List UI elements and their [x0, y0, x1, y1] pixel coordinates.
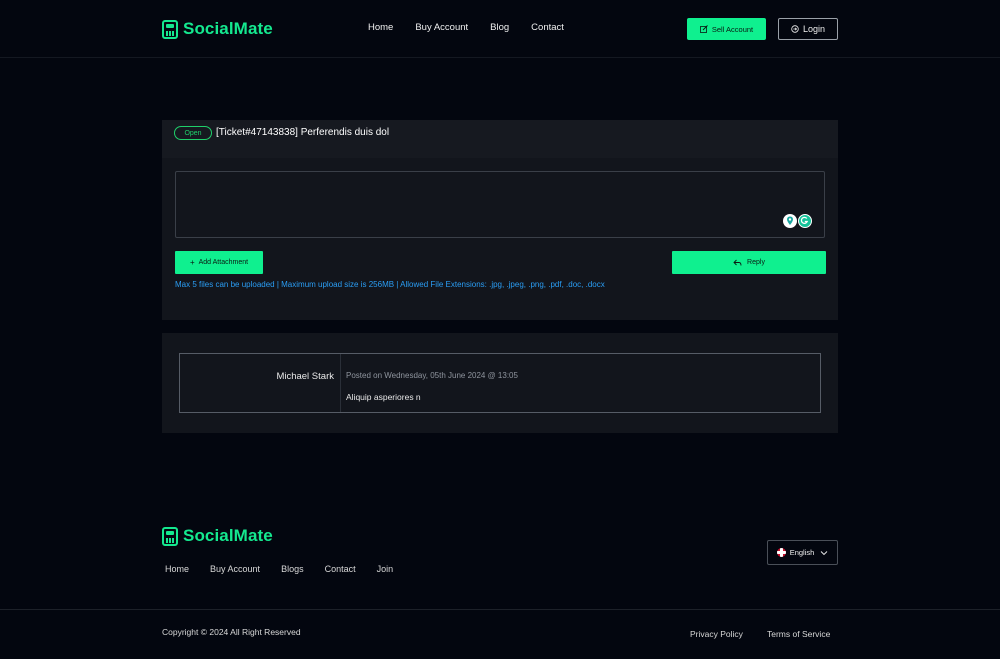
grammarly-icon[interactable]	[798, 214, 812, 228]
nav-home[interactable]: Home	[368, 22, 393, 33]
footer-nav-buy-account[interactable]: Buy Account	[210, 564, 260, 574]
sell-account-button[interactable]: Sell Account	[687, 18, 766, 40]
reply-label: Reply	[747, 259, 765, 266]
plus-icon: +	[189, 258, 195, 267]
nav-blog[interactable]: Blog	[490, 22, 509, 33]
uk-flag-icon	[776, 548, 786, 557]
add-attachment-label: Add Attachment	[198, 259, 249, 266]
ticket-title: [Ticket#47143838] Perferendis duis dol	[216, 127, 390, 138]
footer-nav-home[interactable]: Home	[165, 564, 189, 574]
nav-buy-account[interactable]: Buy Account	[415, 22, 468, 33]
footer-brand-name: SocialMate	[183, 526, 273, 545]
location-pin-icon[interactable]	[783, 214, 797, 228]
terms-of-service-link[interactable]: Terms of Service	[767, 629, 830, 639]
footer-nav: Home Buy Account Blogs Contact Join	[165, 564, 414, 574]
main-nav: Home Buy Account Blog Contact	[368, 22, 586, 33]
footer-nav-contact[interactable]: Contact	[325, 564, 356, 574]
upload-restrictions-note: Max 5 files can be uploaded | Maximum up…	[175, 280, 605, 289]
login-icon	[791, 25, 799, 33]
site-header: SocialMate Home Buy Account Blog Contact…	[0, 0, 1000, 58]
message-author: Michael Stark	[180, 354, 341, 412]
messages-card: Michael Stark Posted on Wednesday, 05th …	[162, 333, 838, 433]
brand-logo[interactable]: SocialMate	[162, 19, 273, 39]
ticket-header: Open [Ticket#47143838] Perferendis duis …	[162, 120, 838, 158]
nav-contact[interactable]: Contact	[531, 22, 564, 33]
edit-icon	[699, 25, 708, 33]
reply-textarea[interactable]	[175, 171, 825, 238]
reply-arrow-icon	[733, 259, 742, 266]
brand-name: SocialMate	[183, 19, 273, 38]
footer-nav-join[interactable]: Join	[377, 564, 394, 574]
message-date: Posted on Wednesday, 05th June 2024 @ 13…	[346, 371, 518, 380]
logo-icon	[162, 526, 178, 546]
status-badge: Open	[174, 126, 212, 140]
logo-icon	[162, 19, 178, 39]
sell-account-label: Sell Account	[711, 24, 754, 34]
footer-divider	[0, 609, 1000, 610]
ticket-card: Open [Ticket#47143838] Perferendis duis …	[162, 120, 838, 320]
reply-button[interactable]: Reply	[672, 251, 826, 274]
login-button[interactable]: Login	[778, 18, 838, 40]
message-body: Aliquip asperiores n	[346, 392, 421, 402]
grammarly-widget[interactable]	[783, 214, 812, 228]
language-label: English	[789, 548, 815, 557]
language-select[interactable]: English	[767, 540, 838, 565]
footer-nav-blogs[interactable]: Blogs	[281, 564, 304, 574]
privacy-policy-link[interactable]: Privacy Policy	[690, 629, 743, 639]
ticket-message: Michael Stark Posted on Wednesday, 05th …	[179, 353, 821, 413]
copyright-text: Copyright © 2024 All Right Reserved	[162, 627, 301, 637]
footer-brand-logo[interactable]: SocialMate	[162, 526, 273, 546]
login-label: Login	[802, 24, 826, 34]
add-attachment-button[interactable]: + Add Attachment	[175, 251, 263, 274]
chevron-down-icon	[820, 550, 828, 555]
